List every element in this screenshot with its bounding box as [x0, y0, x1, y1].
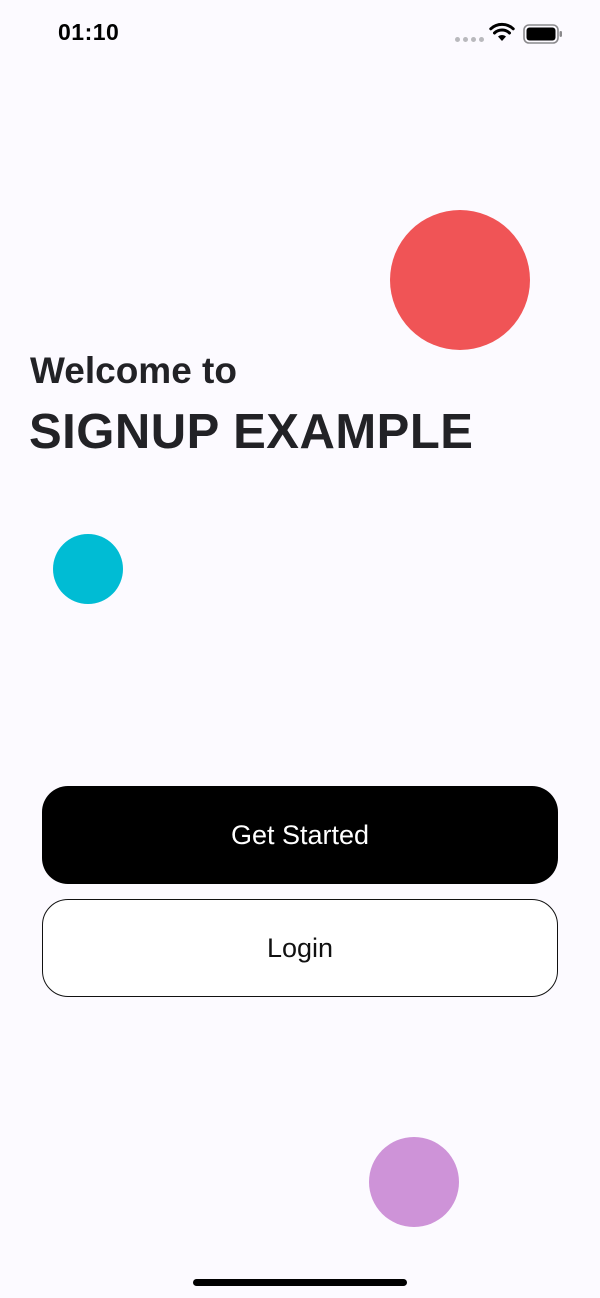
status-bar: 01:10: [0, 0, 600, 70]
decorative-red-circle: [390, 210, 530, 350]
decorative-teal-circle: [53, 534, 123, 604]
app-title: SIGNUP EXAMPLE: [29, 405, 474, 459]
login-button[interactable]: Login: [42, 899, 558, 997]
battery-icon: [523, 24, 562, 44]
home-indicator[interactable]: [193, 1279, 407, 1286]
get-started-button[interactable]: Get Started: [42, 786, 558, 884]
decorative-purple-circle: [369, 1137, 459, 1227]
status-time: 01:10: [58, 19, 120, 45]
wifi-icon: [489, 22, 515, 41]
signal-dots-icon: [455, 37, 484, 42]
welcome-greeting: Welcome to: [30, 350, 237, 391]
